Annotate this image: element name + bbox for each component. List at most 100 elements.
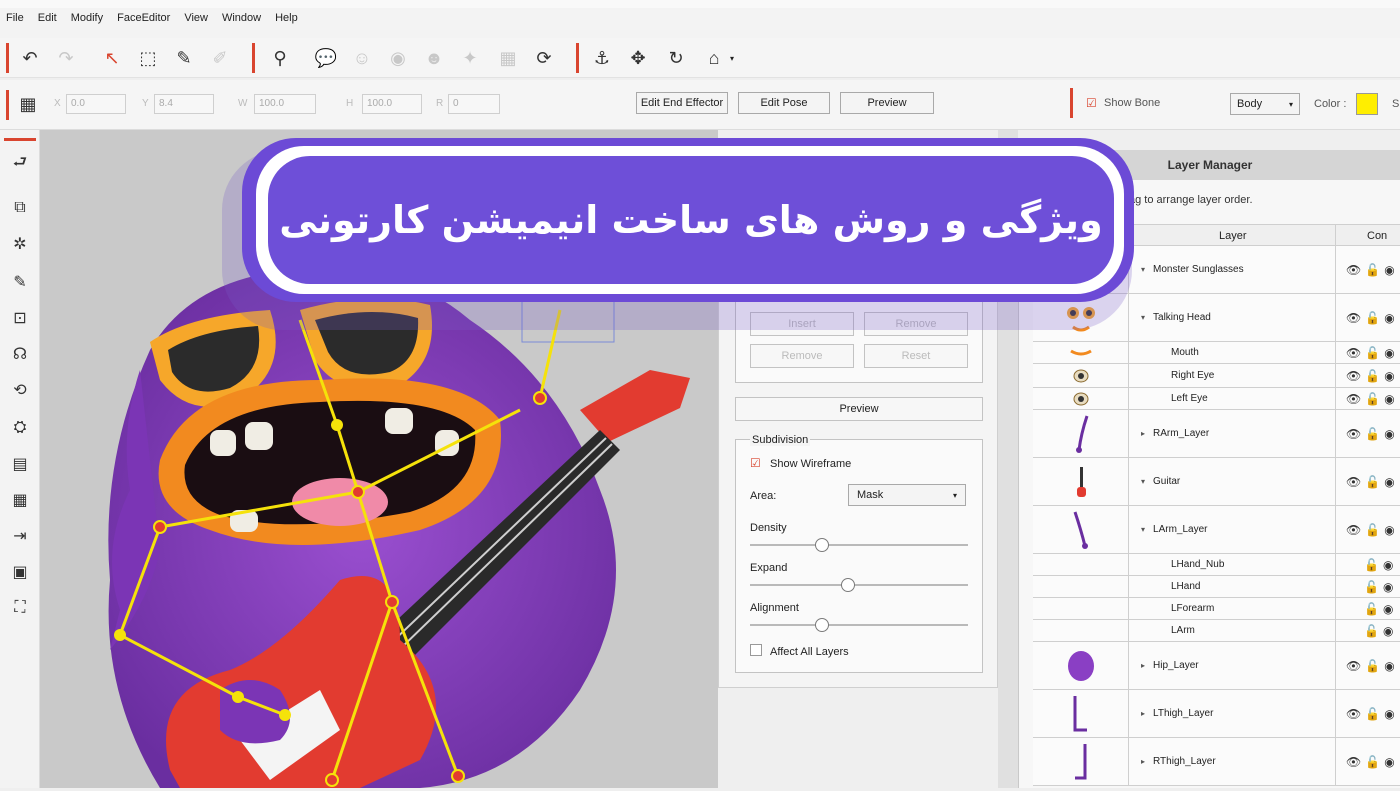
record-icon[interactable]: ◉ [1383,602,1393,616]
record-icon[interactable]: ◉ [1384,311,1394,325]
edit-pose-button[interactable]: Edit Pose [738,92,830,114]
lock-icon[interactable]: 🔓 [1365,346,1380,360]
rotate-icon[interactable]: ↻ [662,44,690,72]
area-select[interactable]: Mask ▾ [848,484,966,506]
density-slider-knob[interactable] [814,538,829,552]
visibility-eye-icon[interactable]: 👁 [1346,346,1361,360]
affect-all-layers-checkbox[interactable] [750,644,762,656]
show-bone-checkbox[interactable]: ☑ [1086,96,1097,110]
refresh-head-icon[interactable]: ⟳ [530,44,558,72]
show-wireframe-checkbox[interactable]: ☑ [750,456,761,470]
head-rotate-icon[interactable]: ⟲ [8,378,32,402]
menu-help[interactable]: Help [275,12,298,24]
record-icon[interactable]: ◉ [1384,707,1394,721]
record-icon[interactable]: ◉ [1384,392,1394,406]
expand-slider-knob[interactable] [841,578,856,592]
layer-row[interactable]: LHand_Nub 🔓 ◉ [1033,554,1400,576]
visibility-eye-icon[interactable]: 👁 [1346,523,1361,537]
eye-icon[interactable]: ◉ [384,44,412,72]
menu-view[interactable]: View [184,12,208,24]
motion-icon[interactable]: ⛶ [8,596,32,620]
layer-row[interactable]: ▸ RArm_Layer 👁 🔓 ◉ [1033,410,1400,458]
layer-row[interactable]: ▾ Guitar 👁 🔓 ◉ [1033,458,1400,506]
pin-icon[interactable]: ⚓ [588,44,616,72]
home-icon[interactable]: ⌂ [700,44,728,72]
layers-icon[interactable]: ⧉ [8,196,32,220]
home-dropdown-icon[interactable]: ▾ [730,54,734,63]
layer-row[interactable]: ▸ Hip_Layer 👁 🔓 ◉ [1033,642,1400,690]
layer-row[interactable]: ▾ LArm_Layer 👁 🔓 ◉ [1033,506,1400,554]
speech-bubble-icon[interactable]: 💬 [312,44,340,72]
redo-icon[interactable]: ↷ [52,44,80,72]
expand-arrow-icon[interactable]: ▸ [1141,709,1145,718]
expand-arrow-icon[interactable]: ▸ [1141,661,1145,670]
grid-icon[interactable]: ▦ [494,44,522,72]
move-icon[interactable]: ✥ [624,44,652,72]
expand-arrow-icon[interactable]: ▸ [1141,757,1145,766]
w-field[interactable]: 100.0 [254,94,316,114]
lock-icon[interactable]: 🔓 [1365,392,1380,406]
expand-arrow-icon[interactable]: ▸ [1141,429,1145,438]
visibility-eye-icon[interactable]: 👁 [1346,475,1361,489]
face-icon[interactable]: ☻ [420,44,448,72]
pen-icon[interactable]: ✐ [206,44,234,72]
lock-icon[interactable]: 🔓 [1365,311,1380,325]
reset-button[interactable]: Reset [864,344,968,368]
bone-figure-icon[interactable]: ✲ [8,232,32,256]
layer-row[interactable]: Right Eye 👁 🔓 ◉ [1033,364,1400,388]
lock-icon[interactable]: 🔓 [1365,659,1380,673]
remove-button[interactable]: Remove [750,344,854,368]
bone-tool-icon[interactable]: ⚲ [266,44,294,72]
menu-faceeditor[interactable]: FaceEditor [117,12,170,24]
expand-slider[interactable] [750,578,968,592]
lock-icon[interactable]: 🔓 [1365,263,1380,277]
record-icon[interactable]: ◉ [1384,369,1394,383]
record-icon[interactable]: ◉ [1384,346,1394,360]
menu-modify[interactable]: Modify [71,12,103,24]
expand-arrow-icon[interactable]: ▾ [1141,265,1145,274]
visibility-eye-icon[interactable]: 👁 [1346,369,1361,383]
body-select[interactable]: Body ▾ [1230,93,1300,115]
alignment-slider-knob[interactable] [814,618,829,632]
visibility-eye-icon[interactable]: 👁 [1346,427,1361,441]
density-slider[interactable] [750,538,968,552]
expand-arrow-icon[interactable]: ▾ [1141,525,1145,534]
morph-icon[interactable]: ✦ [456,44,484,72]
color-swatch[interactable] [1356,93,1378,115]
edit-end-effector-button[interactable]: Edit End Effector [636,92,728,114]
head-profile-icon[interactable]: ☊ [8,342,32,366]
expand-arrow-icon[interactable]: ▾ [1141,477,1145,486]
import-icon[interactable]: ⇥ [8,524,32,548]
layer-row[interactable]: LHand 🔓 ◉ [1033,576,1400,598]
lock-icon[interactable]: 🔓 [1365,755,1380,769]
record-icon[interactable]: ◉ [1384,427,1394,441]
lock-icon[interactable]: 🔓 [1364,558,1379,572]
h-field[interactable]: 100.0 [362,94,422,114]
pen-tool-icon[interactable]: ✎ [8,270,32,294]
record-icon[interactable]: ◉ [1383,580,1393,594]
lock-icon[interactable]: 🔓 [1365,707,1380,721]
lock-icon[interactable]: 🔓 [1365,369,1380,383]
select-arrow-icon[interactable]: ↖ [98,44,126,72]
lock-icon[interactable]: 🔓 [1364,602,1379,616]
subdivision-preview-button[interactable]: Preview [735,397,983,421]
lock-icon[interactable]: 🔓 [1365,475,1380,489]
lock-icon[interactable]: 🔓 [1364,624,1379,638]
record-icon[interactable]: ◉ [1384,475,1394,489]
record-icon[interactable]: ◉ [1384,659,1394,673]
layer-row[interactable]: ▸ RThigh_Layer 👁 🔓 ◉ [1033,738,1400,786]
visibility-eye-icon[interactable]: 👁 [1346,263,1361,277]
undo-icon[interactable]: ↶ [16,44,44,72]
transform-select-icon[interactable]: ⬚ [134,44,162,72]
body-icon[interactable]: ⛭ [8,416,32,440]
menu-edit[interactable]: Edit [38,12,57,24]
x-field[interactable]: 0.0 [66,94,126,114]
layer-row[interactable]: Mouth 👁 🔓 ◉ [1033,342,1400,364]
record-icon[interactable]: ◉ [1383,558,1393,572]
visibility-eye-icon[interactable]: 👁 [1346,659,1361,673]
back-icon[interactable]: ⮐ [8,152,32,176]
lock-icon[interactable]: 🔓 [1365,523,1380,537]
grid-cells-icon[interactable]: ▤ [8,452,32,476]
layer-row[interactable]: Left Eye 👁 🔓 ◉ [1033,388,1400,410]
r-field[interactable]: 0 [448,94,500,114]
